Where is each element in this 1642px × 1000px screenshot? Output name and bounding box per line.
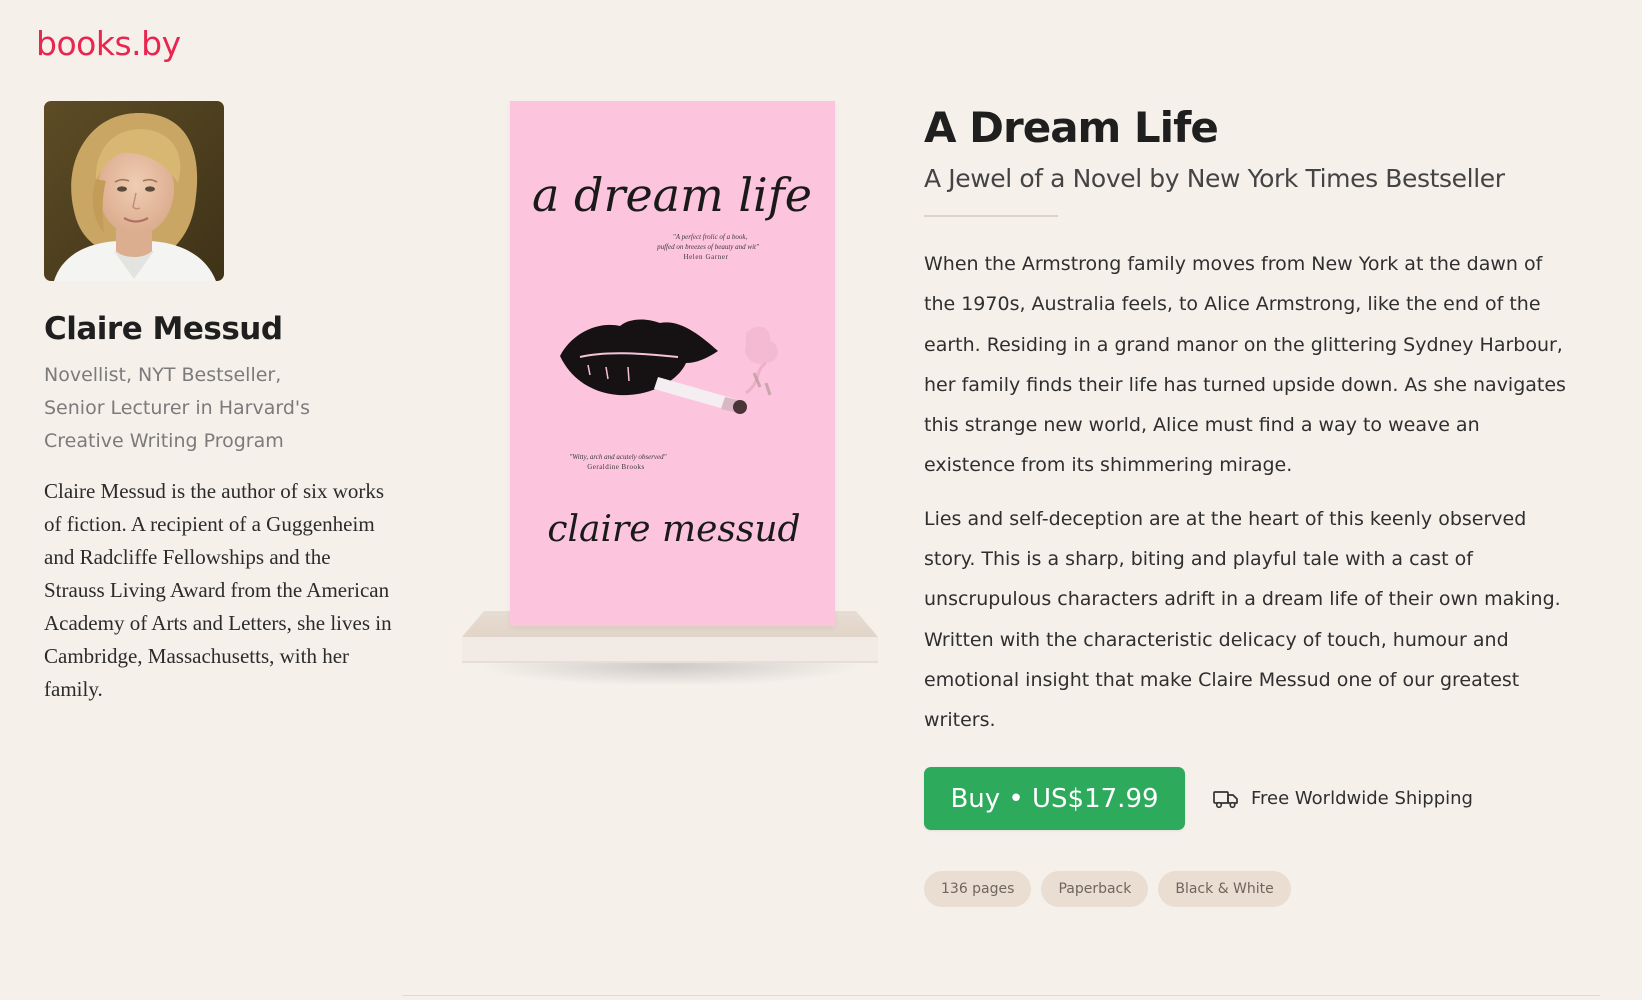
book-tags: 136 pages Paperback Black & White [924, 871, 1291, 907]
divider [924, 215, 1058, 217]
author-role: Novellist, NYT Bestseller, [44, 364, 282, 386]
cover-title: a dream life [532, 168, 812, 222]
author-name: Claire Messud [44, 311, 283, 347]
lips-illustration [560, 319, 718, 396]
brand-logo[interactable]: books.by [36, 24, 181, 63]
author-photo [44, 101, 224, 281]
book-shelf [462, 611, 878, 771]
truck-icon [1213, 789, 1239, 809]
book-subtitle: A Jewel of a Novel by New York Times Bes… [924, 164, 1505, 193]
tag-pages: 136 pages [924, 871, 1032, 907]
author-role: Creative Writing Program [44, 430, 284, 452]
book-description: When the Armstrong family moves from New… [924, 244, 1574, 741]
cover-quote-top-author: Helen Garner [683, 253, 728, 261]
author-role: Senior Lecturer in Harvard's [44, 397, 311, 419]
book-details: A Dream Life A Jewel of a Novel by New Y… [924, 100, 1574, 741]
description-paragraph: When the Armstrong family moves from New… [924, 253, 1566, 477]
cover-quote-top-line2: puffed on breezes of beauty and wit" [656, 243, 759, 251]
buy-button[interactable]: Buy • US$17.99 [924, 767, 1185, 830]
cover-quote-top-line1: "A perfect frolic of a book, [673, 233, 748, 241]
cover-quote-bottom: "Witty, arch and acutely observed" [569, 453, 666, 461]
tag-print: Black & White [1158, 871, 1291, 907]
cover-quote-bottom-author: Geraldine Brooks [587, 463, 645, 471]
cover-author: claire messud [547, 509, 800, 550]
author-panel: Claire Messud Novellist, NYT Bestseller,… [44, 101, 404, 706]
bottom-divider [402, 995, 1600, 996]
author-bio: Claire Messud is the author of six works… [44, 479, 392, 701]
shipping-label: Free Worldwide Shipping [1251, 788, 1473, 809]
shipping-info: Free Worldwide Shipping [1213, 788, 1473, 809]
book-cover[interactable]: a dream life "A perfect frolic of a book… [510, 101, 835, 626]
tag-format: Paperback [1041, 871, 1149, 907]
book-title: A Dream Life [924, 103, 1219, 152]
description-paragraph: Lies and self-deception are at the heart… [924, 507, 1561, 732]
author-roles: Novellist, NYT Bestseller, Senior Lectur… [44, 359, 404, 458]
book-display: a dream life "A perfect frolic of a book… [462, 101, 882, 701]
purchase-row: Buy • US$17.99 Free Worldwide Shipping [924, 767, 1473, 830]
